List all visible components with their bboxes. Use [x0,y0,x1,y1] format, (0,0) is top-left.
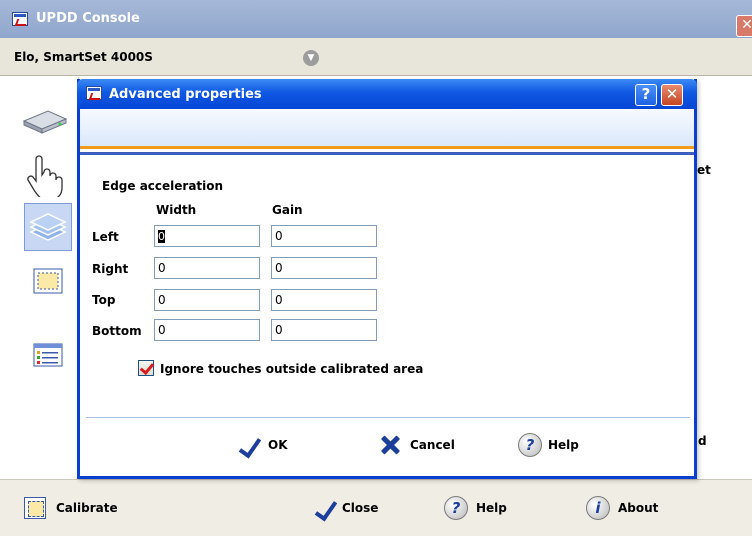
top-row-label: Top [92,293,116,307]
layers-nav-item[interactable] [24,203,72,251]
left-gain-field[interactable]: 0 [271,225,377,247]
calibrate-label: Calibrate [56,501,118,515]
bottom-width-field[interactable]: 0 [154,319,260,341]
cancel-label: Cancel [410,438,455,452]
list-icon[interactable] [32,342,66,370]
help-label: Help [476,501,507,515]
ok-button[interactable]: OK [236,433,288,457]
close-label: Close [342,501,379,515]
main-close-button[interactable]: ✕ [736,15,752,37]
help-icon: ? [444,496,468,520]
right-row-label: Right [92,262,129,276]
chevron-down-icon[interactable]: ▼ [303,50,319,66]
about-label: About [618,501,659,515]
left-width-field[interactable]: 0 [154,225,260,247]
ok-label: OK [268,438,288,452]
close-button[interactable]: Close [312,496,378,520]
about-button[interactable]: i About [586,496,658,520]
button-divider [86,417,690,418]
help-icon: ? [518,433,542,457]
app-icon [12,12,28,26]
device-name[interactable]: Elo, SmartSet 4000S [14,50,153,64]
device-selector-bar: Elo, SmartSet 4000S ▼ [0,38,752,76]
calibrate-icon [24,497,46,519]
dialog-close-button[interactable]: ✕ [661,84,683,106]
hand-pointer-icon[interactable] [22,155,66,197]
dialog-header-band [80,109,694,149]
dialog-titlebar: Advanced properties ? ✕ [77,79,697,109]
main-titlebar: UPDD Console ✕ [0,0,752,38]
gain-column-header: Gain [272,203,303,217]
header-divider [80,152,694,155]
dialog-app-icon [86,86,102,100]
right-gain-field[interactable]: 0 [271,257,377,279]
info-icon: i [586,496,610,520]
dialog-help-action-button[interactable]: ? Help [518,433,579,457]
obscured-label: et [697,163,711,177]
right-width-field[interactable]: 0 [154,257,260,279]
main-button-bar: Calibrate Close ? Help i About [0,479,752,536]
sidebar [0,77,78,479]
top-gain-field[interactable]: 0 [271,289,377,311]
cancel-x-icon [378,433,402,457]
calibrate-button[interactable]: Calibrate [24,497,118,519]
bottom-gain-field[interactable]: 0 [271,319,377,341]
main-window-title: UPDD Console [36,11,140,26]
advanced-properties-dialog: Advanced properties ? ✕ Edge acceleratio… [77,79,697,479]
layers-icon [29,213,67,241]
calibrate-icon[interactable] [32,267,66,297]
checkmark-icon [312,496,336,520]
help-button[interactable]: ? Help [444,496,507,520]
edge-acceleration-heading: Edge acceleration [102,179,224,193]
ignore-outside-checkbox[interactable] [138,360,154,376]
checkmark-icon [236,433,260,457]
dialog-help-button[interactable]: ? [635,84,657,106]
drive-icon[interactable] [20,107,70,135]
obscured-label: d [698,434,707,448]
ignore-outside-label[interactable]: Ignore touches outside calibrated area [160,362,423,376]
dialog-title: Advanced properties [109,87,262,102]
help-label: Help [548,438,579,452]
left-width-value: 0 [158,230,165,243]
bottom-row-label: Bottom [92,324,142,338]
width-column-header: Width [156,203,197,217]
top-width-field[interactable]: 0 [154,289,260,311]
cancel-button[interactable]: Cancel [378,433,455,457]
left-row-label: Left [92,230,119,244]
